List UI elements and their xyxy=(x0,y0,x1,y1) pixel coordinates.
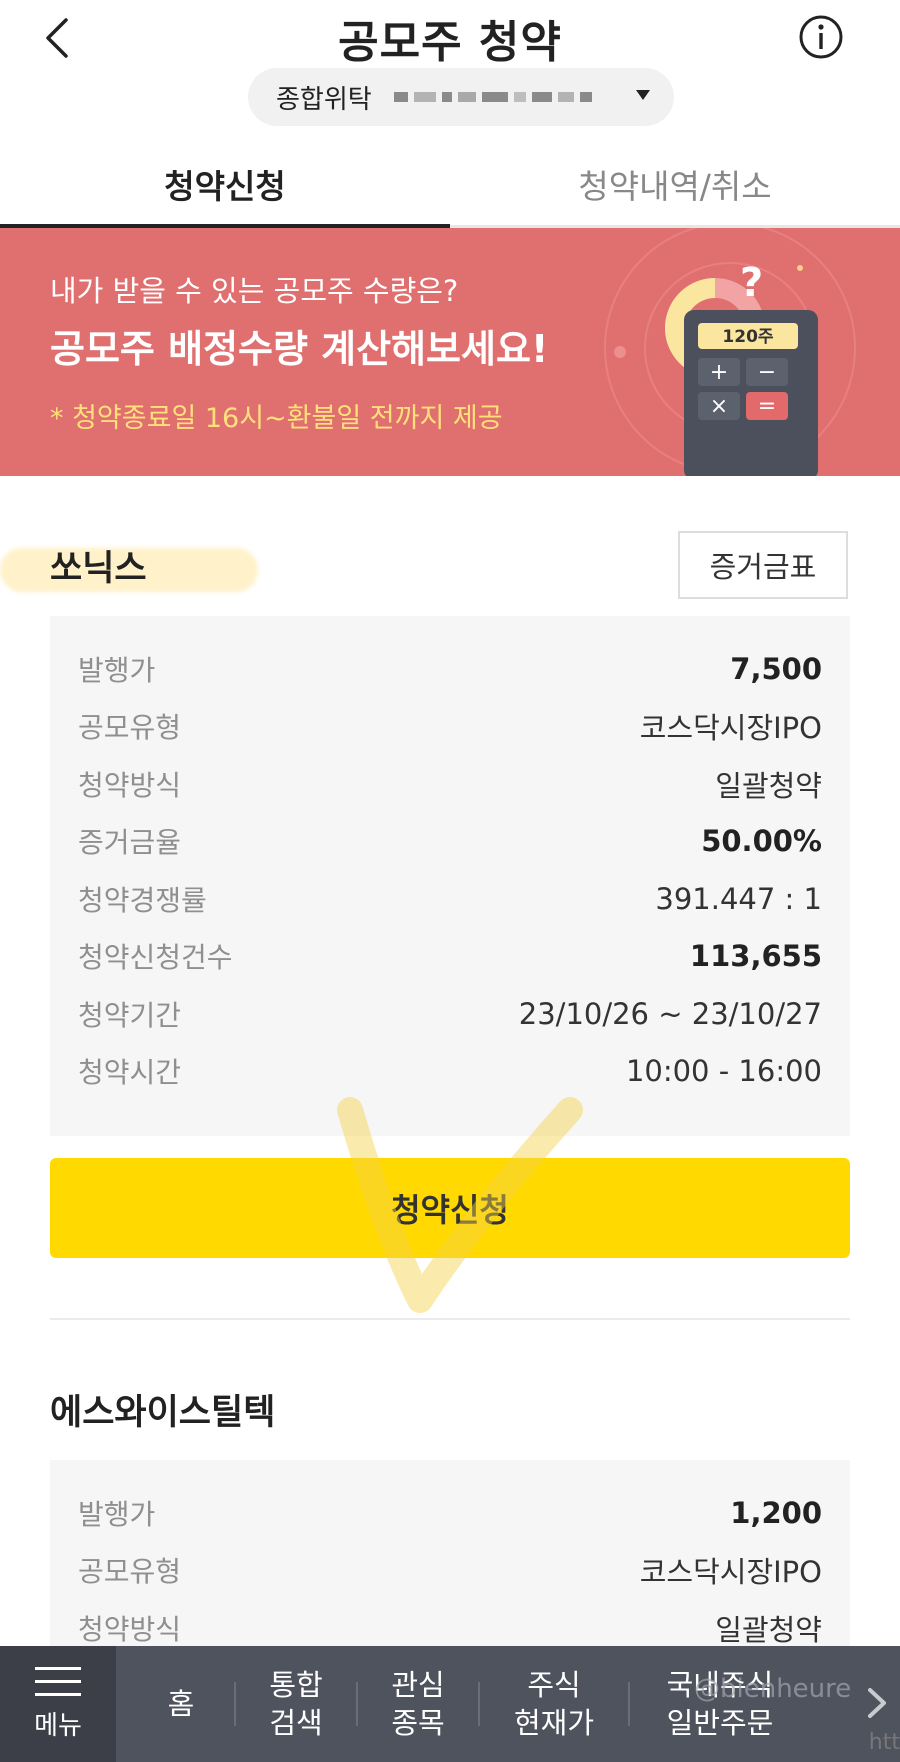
tab-apply[interactable]: 청약신청 xyxy=(0,140,450,228)
bottom-navigation: 메뉴 홈 통합 검색 관심 종목 주식 현재가 국내주식 일반주문 xyxy=(0,1646,900,1762)
info-row-competition-rate: 청약경쟁률 391.447 : 1 xyxy=(78,881,822,917)
menu-button[interactable]: 메뉴 xyxy=(0,1646,116,1762)
info-row-time: 청약시간 10:00 - 16:00 xyxy=(78,1054,822,1090)
calculator-illustration-icon: ? 120주 + − × = xyxy=(604,228,856,476)
svg-text:×: × xyxy=(710,394,728,419)
nav-item-stock-price[interactable]: 주식 현재가 xyxy=(480,1666,628,1742)
info-row-issue-price: 발행가 7,500 xyxy=(78,651,822,687)
info-row-issue-price: 발행가 1,200 xyxy=(78,1495,822,1531)
banner-headline: 공모주 배정수량 계산해보세요! xyxy=(50,327,549,371)
account-type-label: 종합위탁 xyxy=(276,84,372,115)
apply-button[interactable]: 청약신청 xyxy=(50,1158,850,1258)
offering-name: 에스와이스틸텍 xyxy=(50,1393,276,1433)
page-title: 공모주 청약 xyxy=(338,17,562,68)
info-icon[interactable] xyxy=(798,14,844,60)
info-row-offering-type: 공모유형 코스닥시장IPO xyxy=(78,711,822,746)
masked-account-number xyxy=(393,92,592,102)
banner-question: 내가 받을 수 있는 공모주 수량은? xyxy=(50,274,459,308)
info-row-subscription-method: 청약방식 일괄청약 xyxy=(78,768,822,803)
banner-note: * 청약종료일 16시~환불일 전까지 제공 xyxy=(50,403,503,434)
nav-item-search[interactable]: 통합 검색 xyxy=(236,1666,356,1742)
calc-display: 120주 xyxy=(722,327,773,347)
offering-info-box: 발행가 7,500 공모유형 코스닥시장IPO 청약방식 일괄청약 증거금율 5… xyxy=(50,616,850,1136)
tab-history-cancel[interactable]: 청약내역/취소 xyxy=(450,140,900,225)
svg-text:−: − xyxy=(758,360,776,385)
section-divider xyxy=(50,1318,850,1320)
info-row-offering-type: 공모유형 코스닥시장IPO xyxy=(78,1555,822,1590)
watermark-credit: @bienheure xyxy=(694,1674,852,1704)
info-row-application-count: 청약신청건수 113,655 xyxy=(78,939,822,975)
watermark-url-fragment: htt xyxy=(868,1730,900,1755)
nav-item-watchlist[interactable]: 관심 종목 xyxy=(358,1666,478,1742)
hamburger-icon xyxy=(35,1666,81,1697)
info-row-period: 청약기간 23/10/26 ~ 23/10/27 xyxy=(78,996,822,1032)
svg-text:=: = xyxy=(758,394,776,419)
offering-info-box: 발행가 1,200 공모유형 코스닥시장IPO 청약방식 일괄청약 xyxy=(50,1460,850,1646)
svg-text:?: ? xyxy=(740,260,763,306)
info-row-margin-rate: 증거금율 50.00% xyxy=(78,824,822,860)
allocation-calculator-banner[interactable]: 내가 받을 수 있는 공모주 수량은? 공모주 배정수량 계산해보세요! * 청… xyxy=(0,228,900,476)
menu-label: 메뉴 xyxy=(34,1710,82,1741)
info-row-subscription-method: 청약방식 일괄청약 xyxy=(78,1612,822,1646)
dropdown-triangle-icon xyxy=(636,90,650,100)
offering-name: 쏘닉스 xyxy=(50,549,147,589)
svg-text:+: + xyxy=(710,360,728,385)
app-header: 공모주 청약 종합위탁 xyxy=(0,0,900,140)
tab-bar: 청약신청 청약내역/취소 xyxy=(0,140,900,228)
nav-item-home[interactable]: 홈 xyxy=(146,1685,216,1723)
margin-table-button[interactable]: 증거금표 xyxy=(678,531,848,599)
account-selector[interactable]: 종합위탁 xyxy=(248,68,674,126)
chevron-right-icon[interactable] xyxy=(864,1686,890,1720)
